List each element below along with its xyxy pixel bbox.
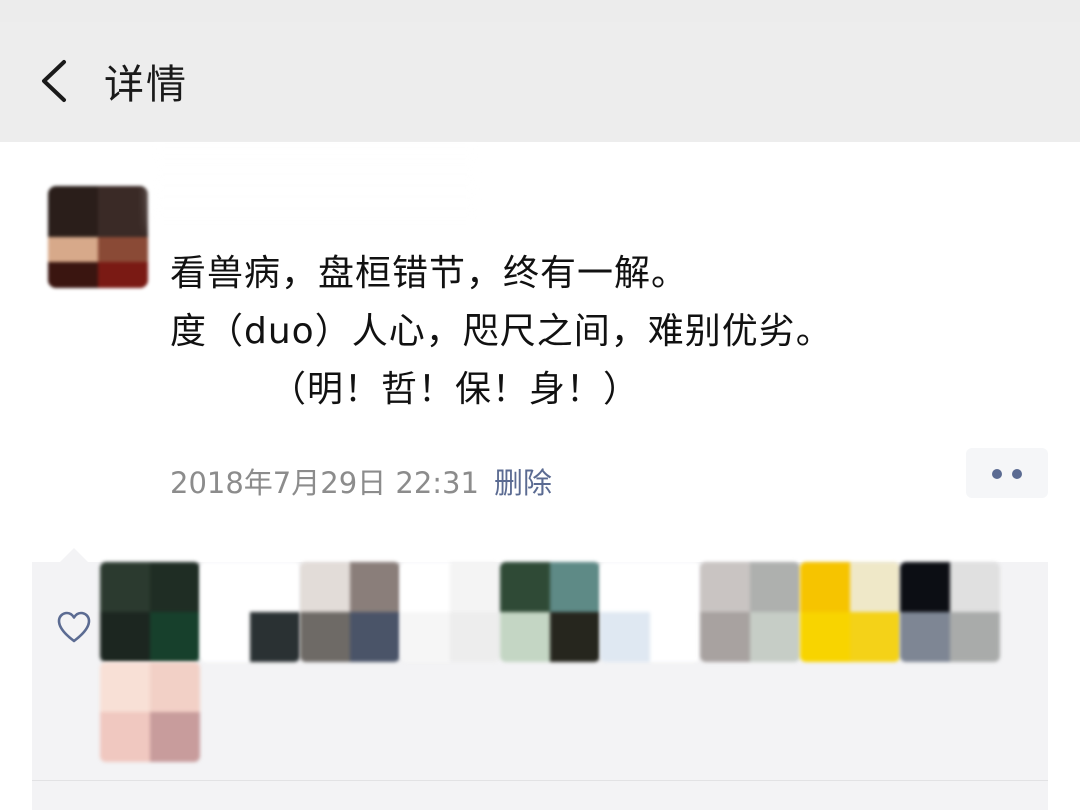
status-bar bbox=[0, 0, 1080, 22]
liker-avatar[interactable] bbox=[300, 562, 400, 662]
next-post-row bbox=[32, 780, 1048, 810]
liker-avatar[interactable] bbox=[200, 562, 300, 662]
avatar[interactable] bbox=[48, 186, 148, 288]
moments-detail-screen: 详情 看兽病，盘桓错节，终有一解。 度（duo）人心，咫尺之间，难别优劣。 （明… bbox=[0, 0, 1080, 810]
liker-avatar[interactable] bbox=[900, 562, 1000, 662]
page-title: 详情 bbox=[104, 62, 188, 108]
likes-notch bbox=[60, 548, 88, 562]
more-dots-icon[interactable] bbox=[966, 448, 1048, 498]
delete-link[interactable]: 删除 bbox=[494, 460, 552, 502]
username-blur-mask bbox=[150, 150, 480, 230]
liker-avatar[interactable] bbox=[400, 562, 500, 662]
liker-avatar[interactable] bbox=[100, 562, 200, 662]
post-text-line-2: 度（duo）人心，咫尺之间，难别优劣。 bbox=[170, 311, 833, 352]
navigation-bar: 详情 bbox=[0, 22, 1080, 142]
chevron-left-icon[interactable] bbox=[34, 56, 74, 106]
liker-avatar[interactable] bbox=[100, 662, 200, 762]
post-text-line-1: 看兽病，盘桓错节，终有一解。 bbox=[170, 253, 689, 294]
liker-avatar[interactable] bbox=[600, 562, 700, 662]
post-timestamp: 2018年7月29日 22:31 bbox=[170, 466, 479, 500]
heart-icon bbox=[57, 611, 91, 643]
post-text-line-3: （明！哲！保！身！） bbox=[270, 369, 641, 410]
liker-avatar[interactable] bbox=[800, 562, 900, 662]
liker-avatar[interactable] bbox=[700, 562, 800, 662]
liker-avatar[interactable] bbox=[500, 562, 600, 662]
